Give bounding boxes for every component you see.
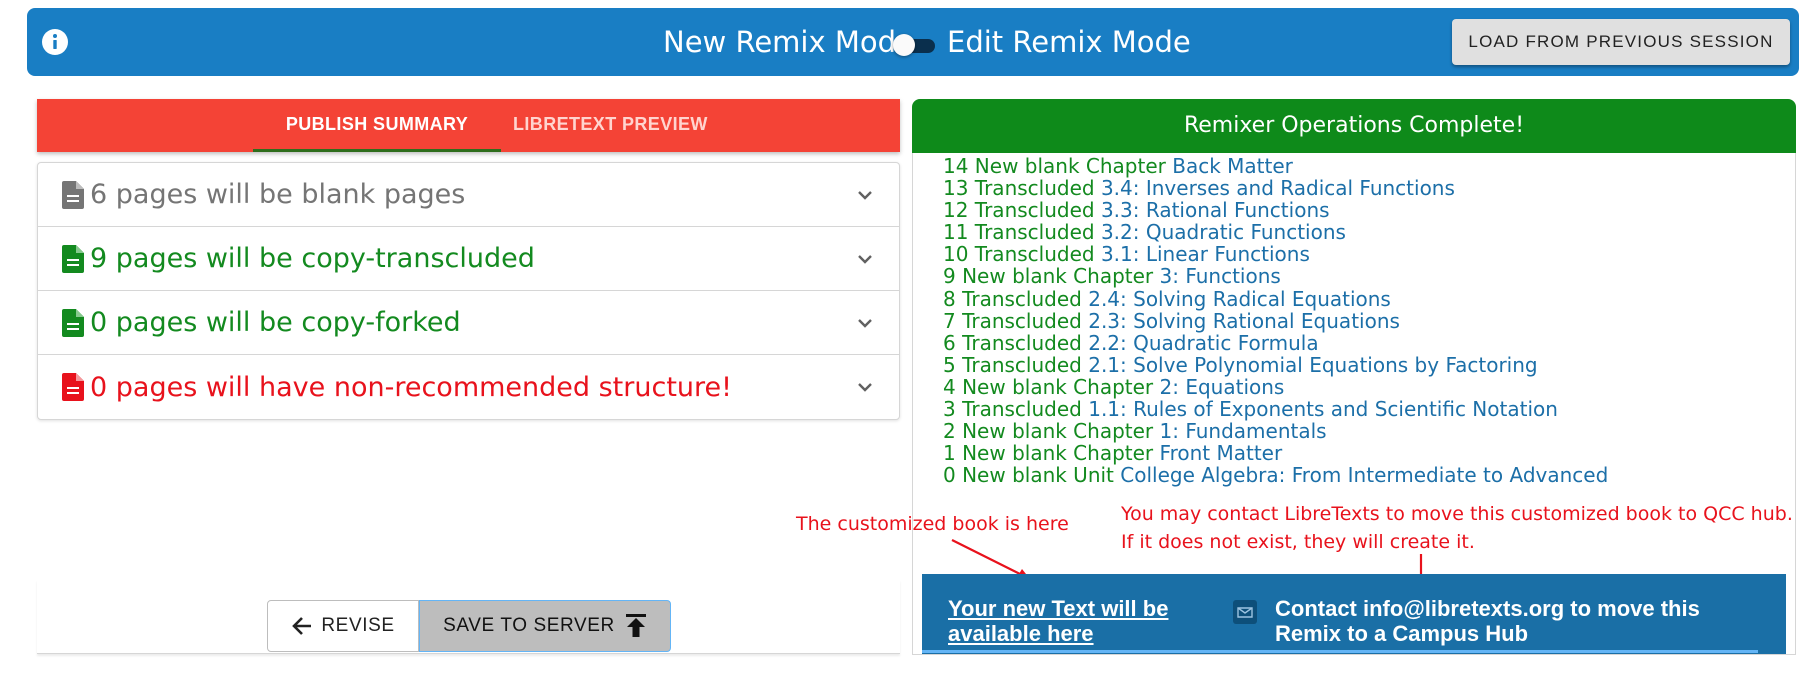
new-remix-mode-label: New Remix Mode	[663, 25, 914, 59]
op-action: 2 New blank Chapter	[943, 419, 1154, 444]
toggle-thumb[interactable]	[893, 34, 915, 56]
op-target-link[interactable]: 3.4: Inverses and Radical Functions	[1101, 176, 1455, 200]
op-target-link[interactable]: 2.3: Solving Rational Equations	[1088, 309, 1400, 333]
op-action: 12 Transcluded	[943, 198, 1095, 223]
chevron-down-icon[interactable]	[855, 313, 875, 333]
save-to-server-button[interactable]: SAVE TO SERVER	[419, 600, 671, 652]
summary-text: 9 pages will be copy-transcluded	[90, 243, 535, 274]
summary-row-structure-warning[interactable]: 0 pages will have non-recommended struct…	[38, 355, 899, 419]
op-action: 5 Transcluded	[943, 352, 1082, 377]
info-icon[interactable]	[41, 28, 69, 56]
list-item: 14 New blank Chapter Back Matter	[943, 155, 1608, 177]
new-text-link[interactable]: Your new Text will be available here	[948, 596, 1208, 646]
list-item: 8 Transcluded 2.4: Solving Radical Equat…	[943, 288, 1608, 310]
summary-row-transcluded[interactable]: 9 pages will be copy-transcluded	[38, 227, 899, 291]
tab-publish-summary[interactable]: PUBLISH SUMMARY	[253, 99, 501, 152]
op-target-link[interactable]: 3.3: Rational Functions	[1101, 198, 1330, 222]
summary-text: 6 pages will be blank pages	[90, 179, 466, 210]
document-icon	[62, 180, 84, 209]
summary-row-forked[interactable]: 0 pages will be copy-forked	[38, 291, 899, 355]
op-action: 11 Transcluded	[943, 220, 1095, 245]
mail-icon[interactable]	[1233, 600, 1257, 624]
op-target-link[interactable]: 1: Fundamentals	[1160, 419, 1327, 443]
publish-summary-list: 6 pages will be blank pages 9 pages will…	[37, 162, 900, 420]
list-item: 6 Transcluded 2.2: Quadratic Formula	[943, 332, 1608, 354]
summary-text: 0 pages will have non-recommended struct…	[90, 371, 732, 403]
summary-row-blank[interactable]: 6 pages will be blank pages	[38, 163, 899, 227]
op-target-link[interactable]: 3.2: Quadratic Functions	[1101, 220, 1346, 244]
op-action: 13 Transcluded	[943, 176, 1095, 201]
remixer-operations-list: 14 New blank Chapter Back Matter 13 Tran…	[943, 155, 1608, 486]
revise-button-label: REVISE	[321, 615, 395, 636]
op-action: 10 Transcluded	[943, 242, 1095, 267]
op-target-link[interactable]: Back Matter	[1172, 154, 1293, 178]
list-item: 7 Transcluded 2.3: Solving Rational Equa…	[943, 310, 1608, 332]
op-target-link[interactable]: 3: Functions	[1160, 264, 1281, 288]
op-action: 6 Transcluded	[943, 330, 1082, 355]
op-target-link[interactable]: Front Matter	[1160, 441, 1283, 465]
list-item: 13 Transcluded 3.4: Inverses and Radical…	[943, 177, 1608, 199]
load-previous-session-button[interactable]: LOAD FROM PREVIOUS SESSION	[1452, 19, 1790, 65]
op-target-link[interactable]: 1.1: Rules of Exponents and Scientific N…	[1088, 397, 1558, 421]
op-action: 4 New blank Chapter	[943, 374, 1154, 399]
chevron-down-icon[interactable]	[855, 377, 875, 397]
op-target-link[interactable]: 2.1: Solve Polynomial Equations by Facto…	[1088, 353, 1537, 377]
chevron-down-icon[interactable]	[855, 185, 875, 205]
list-item: 4 New blank Chapter 2: Equations	[943, 376, 1608, 398]
document-icon	[62, 308, 84, 337]
op-target-link[interactable]: 2: Equations	[1160, 375, 1285, 399]
document-icon	[62, 244, 84, 273]
annotation-contact-line: If it does not exist, they will create i…	[1121, 531, 1475, 553]
op-target-link[interactable]: 3.1: Linear Functions	[1101, 242, 1310, 266]
remixer-complete-header: Remixer Operations Complete!	[912, 99, 1796, 153]
contact-underline	[922, 650, 1758, 653]
list-item: 10 Transcluded 3.1: Linear Functions	[943, 243, 1608, 265]
annotation-contact: You may contact LibreTexts to move this …	[1121, 500, 1793, 556]
op-action: 9 New blank Chapter	[943, 264, 1154, 289]
chevron-down-icon[interactable]	[855, 249, 875, 269]
op-action: 7 Transcluded	[943, 308, 1082, 333]
contact-campus-hub-text: Contact info@libretexts.org to move this…	[1275, 596, 1700, 646]
remix-result-bar: Your new Text will be available here Con…	[922, 574, 1786, 654]
op-action: 1 New blank Chapter	[943, 441, 1154, 466]
top-bar: New Remix Mode Edit Remix Mode LOAD FROM…	[27, 8, 1799, 76]
list-item: 5 Transcluded 2.1: Solve Polynomial Equa…	[943, 354, 1608, 376]
annotation-contact-line: You may contact LibreTexts to move this …	[1121, 503, 1793, 525]
document-icon	[62, 373, 84, 401]
op-target-link[interactable]: College Algebra: From Intermediate to Ad…	[1120, 463, 1608, 487]
op-action: 3 Transcluded	[943, 397, 1082, 422]
upload-icon	[625, 614, 646, 637]
tab-libretext-preview[interactable]: LIBRETEXT PREVIEW	[501, 99, 721, 152]
op-action: 0 New blank Unit	[943, 463, 1114, 488]
edit-remix-mode-label: Edit Remix Mode	[947, 25, 1191, 59]
list-item: 1 New blank Chapter Front Matter	[943, 442, 1608, 464]
list-item: 11 Transcluded 3.2: Quadratic Functions	[943, 221, 1608, 243]
op-target-link[interactable]: 2.2: Quadratic Formula	[1088, 331, 1318, 355]
list-item: 9 New blank Chapter 3: Functions	[943, 265, 1608, 287]
list-item: 0 New blank Unit College Algebra: From I…	[943, 464, 1608, 486]
annotation-book-location: The customized book is here	[796, 513, 1069, 535]
revise-button[interactable]: REVISE	[267, 600, 419, 652]
list-item: 12 Transcluded 3.3: Rational Functions	[943, 199, 1608, 221]
left-panel-tabs: PUBLISH SUMMARY LIBRETEXT PREVIEW	[37, 99, 900, 152]
remix-mode-toggle[interactable]	[893, 34, 941, 56]
op-target-link[interactable]: 2.4: Solving Radical Equations	[1088, 287, 1391, 311]
summary-text: 0 pages will be copy-forked	[90, 307, 461, 338]
list-item: 2 New blank Chapter 1: Fundamentals	[943, 420, 1608, 442]
op-action: 14 New blank Chapter	[943, 154, 1166, 178]
save-button-label: SAVE TO SERVER	[443, 615, 615, 636]
op-action: 8 Transcluded	[943, 286, 1082, 311]
list-item: 3 Transcluded 1.1: Rules of Exponents an…	[943, 398, 1608, 420]
left-panel-actions: REVISE SAVE TO SERVER	[37, 580, 900, 654]
arrow-left-icon	[292, 617, 312, 635]
